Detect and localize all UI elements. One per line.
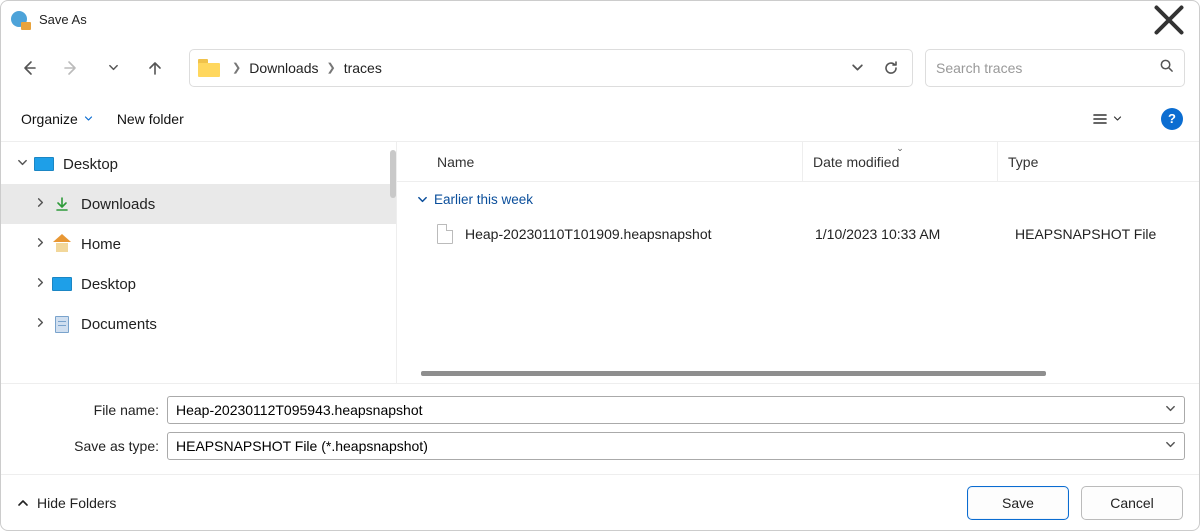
file-type: HEAPSNAPSHOT File <box>1015 226 1199 242</box>
navigation-pane: Desktop Downloads Home <box>1 142 397 383</box>
home-icon <box>53 236 71 252</box>
sidebar-item-documents[interactable]: Documents <box>1 304 396 344</box>
sidebar-item-desktop[interactable]: Desktop <box>1 264 396 304</box>
expand-icon[interactable] <box>29 317 51 331</box>
new-folder-button[interactable]: New folder <box>117 111 184 127</box>
save-as-dialog: Save As ❯ Downloads ❯ traces <box>0 0 1200 531</box>
path-segment-traces[interactable]: traces <box>342 56 384 80</box>
search-box[interactable] <box>925 49 1185 87</box>
new-folder-label: New folder <box>117 111 184 127</box>
file-list-pane: Name ⌄ Date modified Type Earlier this w… <box>397 142 1199 383</box>
save-button[interactable]: Save <box>967 486 1069 520</box>
refresh-button[interactable] <box>874 51 908 85</box>
path-separator-icon: ❯ <box>232 61 241 74</box>
sidebar-item-home[interactable]: Home <box>1 224 396 264</box>
download-icon <box>51 195 73 213</box>
chevron-up-icon <box>17 497 29 509</box>
sort-descending-icon: ⌄ <box>896 143 904 154</box>
folder-icon <box>198 59 220 77</box>
sidebar-item-label: Documents <box>81 316 157 333</box>
list-view-icon <box>1092 111 1108 127</box>
save-as-type-label: Save as type: <box>15 438 167 454</box>
chevron-down-icon <box>1113 114 1122 123</box>
arrow-right-icon <box>63 60 79 76</box>
arrow-up-icon <box>147 60 163 76</box>
expand-icon[interactable] <box>29 197 51 211</box>
view-options-button[interactable] <box>1089 104 1125 134</box>
desktop-icon <box>34 157 54 171</box>
file-name-label: File name: <box>15 402 167 418</box>
column-header-type[interactable]: Type <box>997 142 1199 181</box>
hide-folders-label: Hide Folders <box>37 495 116 511</box>
column-header-name[interactable]: Name <box>437 154 802 170</box>
sidebar-item-desktop-root[interactable]: Desktop <box>1 144 396 184</box>
search-icon <box>1159 58 1174 78</box>
chevron-down-icon <box>851 61 864 74</box>
file-name-value: Heap-20230112T095943.heapsnapshot <box>176 402 423 418</box>
cancel-button[interactable]: Cancel <box>1081 486 1183 520</box>
close-icon <box>1149 0 1189 40</box>
titlebar: Save As <box>1 1 1199 39</box>
refresh-icon <box>883 60 899 76</box>
navigation-bar: ❯ Downloads ❯ traces <box>1 39 1199 97</box>
chevron-down-icon <box>108 62 119 73</box>
chevron-down-icon <box>1165 439 1176 453</box>
back-button[interactable] <box>11 50 47 86</box>
sidebar-item-downloads[interactable]: Downloads <box>1 184 396 224</box>
save-as-type-value: HEAPSNAPSHOT File (*.heapsnapshot) <box>176 438 428 454</box>
forward-button[interactable] <box>53 50 89 86</box>
file-icon <box>437 224 453 244</box>
hide-folders-button[interactable]: Hide Folders <box>17 495 116 511</box>
command-bar: Organize New folder ? <box>1 97 1199 141</box>
path-separator-icon: ❯ <box>326 61 335 74</box>
file-row[interactable]: Heap-20230110T101909.heapsnapshot 1/10/2… <box>397 216 1199 252</box>
file-group-header[interactable]: Earlier this week <box>397 182 1199 216</box>
sidebar-item-label: Downloads <box>81 196 155 213</box>
file-group-label: Earlier this week <box>434 192 533 207</box>
dialog-footer: Hide Folders Save Cancel <box>1 474 1199 530</box>
path-segment-downloads[interactable]: Downloads <box>247 56 320 80</box>
chevron-down-icon <box>417 194 428 205</box>
horizontal-scrollbar[interactable] <box>421 369 1183 379</box>
body-area: Desktop Downloads Home <box>1 141 1199 383</box>
organize-menu[interactable]: Organize <box>21 111 93 127</box>
file-name-combobox[interactable]: Heap-20230112T095943.heapsnapshot <box>167 396 1185 424</box>
recent-locations-button[interactable] <box>95 50 131 86</box>
help-button[interactable]: ? <box>1161 108 1183 130</box>
sidebar-item-label: Home <box>81 236 121 253</box>
expand-icon[interactable] <box>29 237 51 251</box>
path-dropdown-button[interactable] <box>840 51 874 85</box>
column-headers: Name ⌄ Date modified Type <box>397 142 1199 182</box>
sidebar-scrollbar[interactable] <box>390 150 396 198</box>
column-header-date[interactable]: ⌄ Date modified <box>802 142 997 181</box>
file-name: Heap-20230110T101909.heapsnapshot <box>465 226 815 242</box>
desktop-icon <box>52 277 72 291</box>
search-input[interactable] <box>936 60 1159 76</box>
chevron-down-icon <box>1165 403 1176 417</box>
organize-label: Organize <box>21 111 78 127</box>
window-title: Save As <box>39 12 1149 27</box>
sidebar-item-label: Desktop <box>81 276 136 293</box>
sidebar-item-label: Desktop <box>63 156 118 173</box>
address-bar[interactable]: ❯ Downloads ❯ traces <box>189 49 913 87</box>
save-as-type-combobox[interactable]: HEAPSNAPSHOT File (*.heapsnapshot) <box>167 432 1185 460</box>
close-button[interactable] <box>1149 5 1189 35</box>
expand-icon[interactable] <box>29 277 51 291</box>
documents-icon <box>55 316 69 333</box>
app-icon <box>11 11 29 29</box>
arrow-left-icon <box>21 60 37 76</box>
up-button[interactable] <box>137 50 173 86</box>
chevron-down-icon <box>84 114 93 123</box>
file-date: 1/10/2023 10:33 AM <box>815 226 1015 242</box>
save-form: File name: Heap-20230112T095943.heapsnap… <box>1 383 1199 474</box>
collapse-icon[interactable] <box>11 157 33 171</box>
